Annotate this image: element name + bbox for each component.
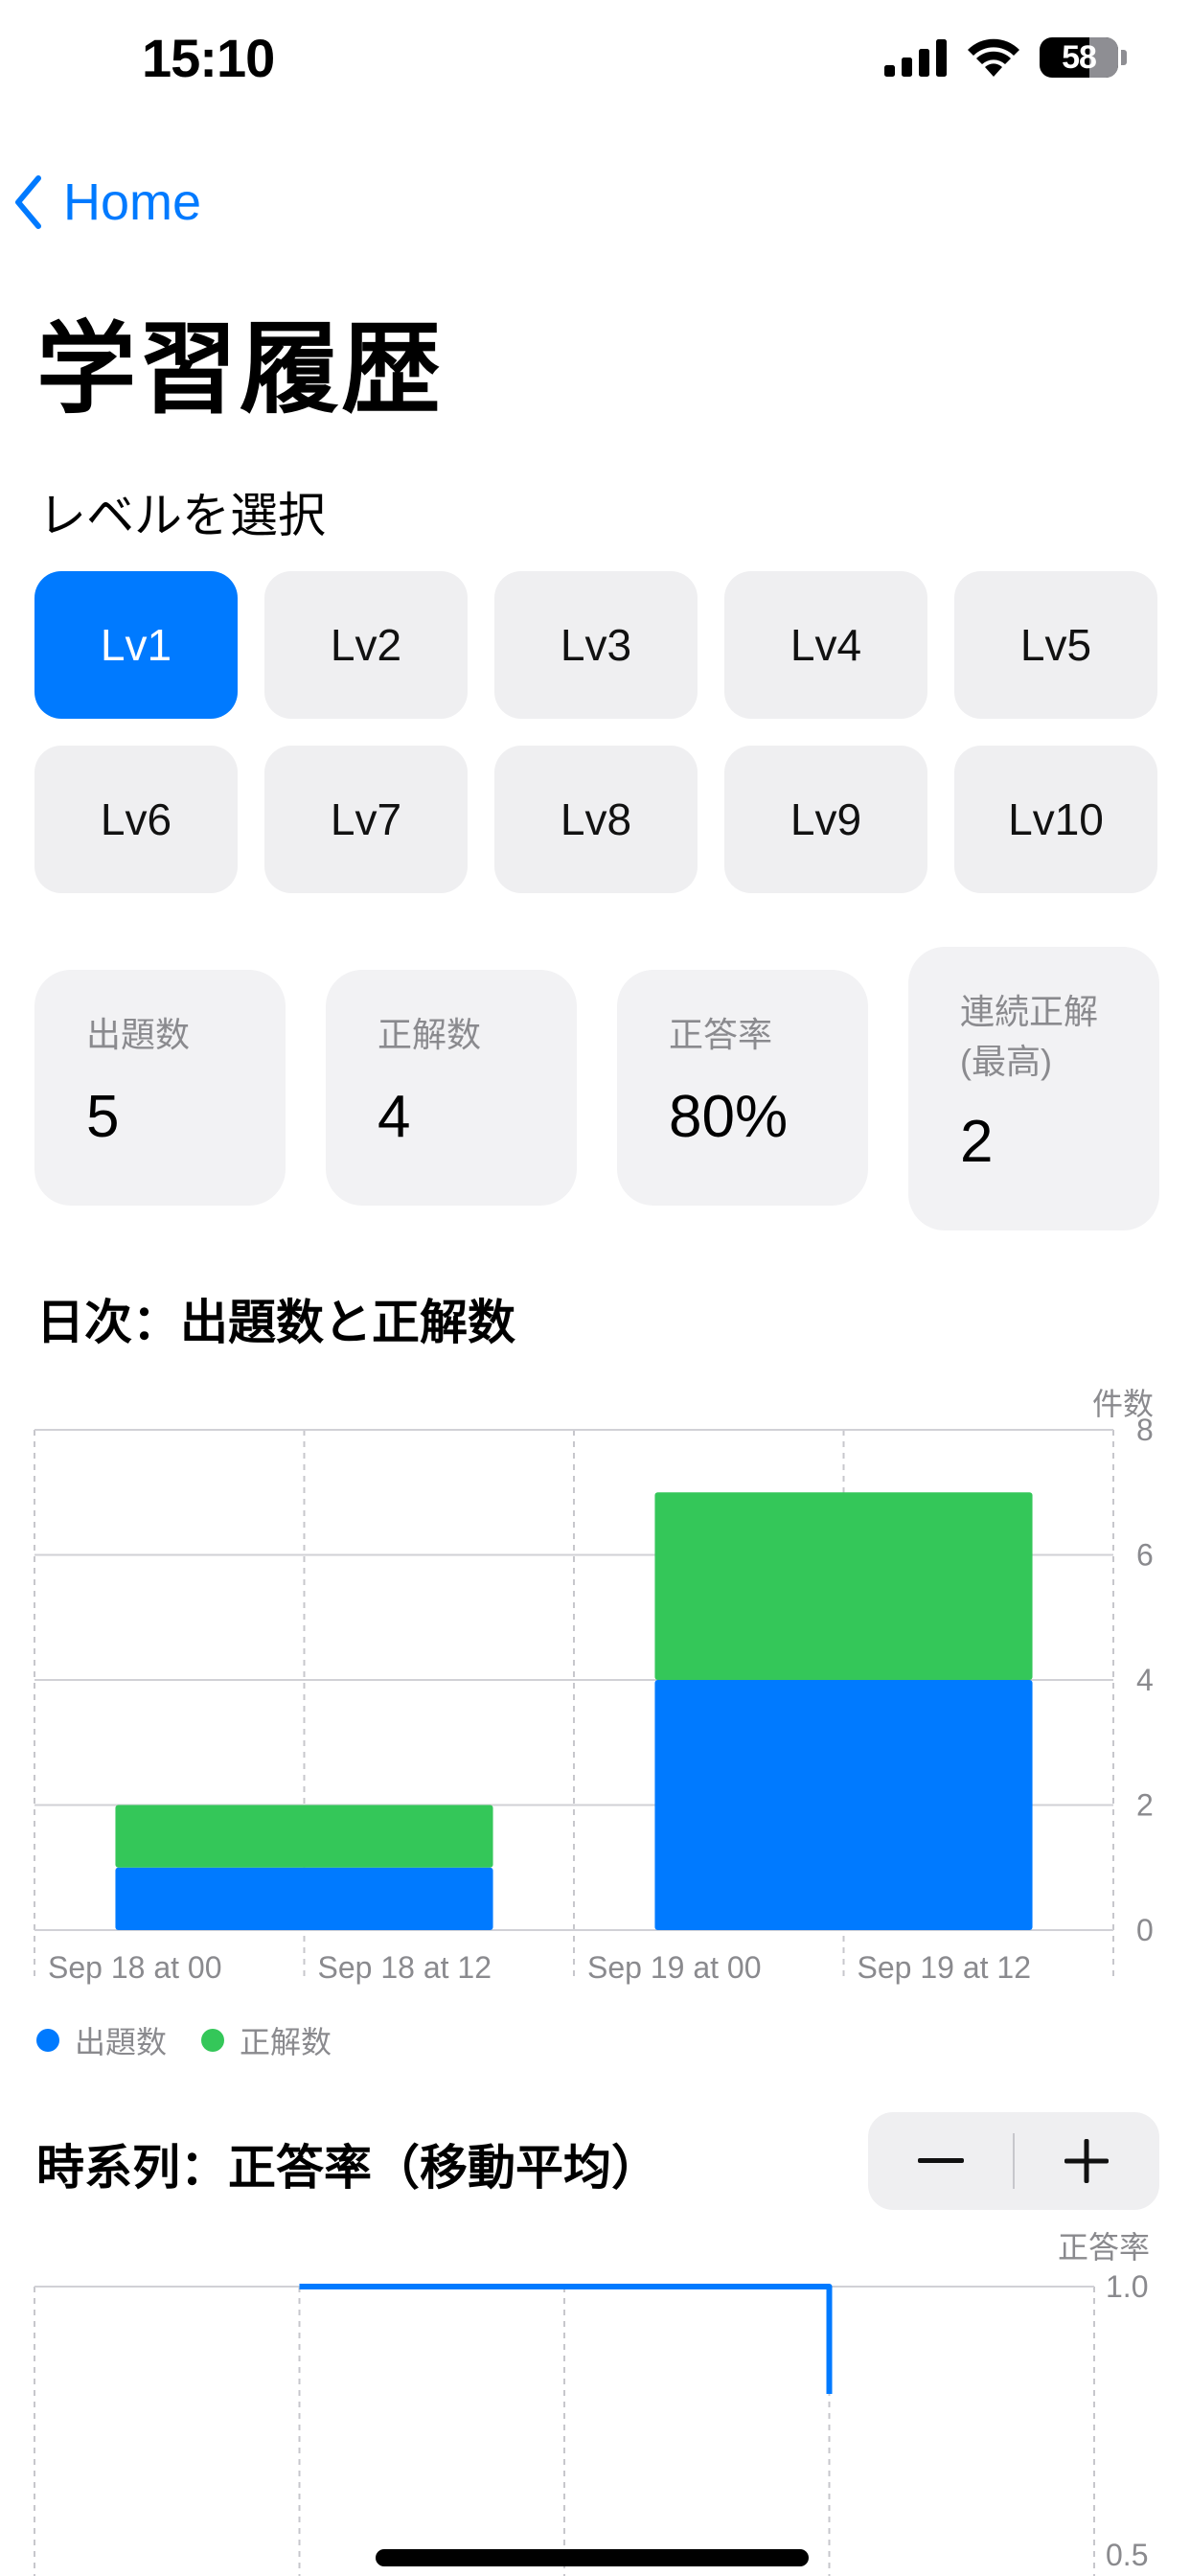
plus-icon <box>1064 2139 1109 2183</box>
status-icons: 58 <box>884 36 1127 79</box>
wifi-icon <box>968 38 1019 77</box>
battery-level: 58 <box>1062 38 1097 76</box>
stat-value: 4 <box>378 1084 411 1150</box>
level-button-5[interactable]: Lv5 <box>954 571 1157 719</box>
stat-value: 80% <box>669 1084 789 1150</box>
daily-chart: 0 2 4 6 8 Sep 18 at 00 Sep 18 at 12 Sep 19 at 0… <box>34 1413 1154 1985</box>
window-stepper <box>868 2112 1159 2210</box>
level-button-4[interactable]: Lv4 <box>724 571 927 719</box>
x-tick-label: Sep 19 at 00 <box>587 1950 761 1985</box>
legend-label-correct: 正解数 <box>240 2025 332 2059</box>
y-tick-label: 0 <box>1136 1913 1154 1947</box>
stat-label: 正解数 <box>378 1015 482 1054</box>
stat-label: 連続正解 (最高) <box>960 992 1099 1081</box>
timeseries-chart: 0.5 1.0 <box>34 2269 1148 2576</box>
x-tick-label: Sep 18 at 12 <box>318 1950 492 1985</box>
minus-icon <box>918 2158 964 2163</box>
level-button-8[interactable]: Lv8 <box>494 746 698 893</box>
bar-correct <box>115 1805 493 1868</box>
level-button-1[interactable]: Lv1 <box>34 571 238 719</box>
y-tick-label: 2 <box>1136 1788 1154 1823</box>
home-indicator <box>376 2549 809 2566</box>
bar-correct <box>654 1492 1033 1680</box>
back-label: Home <box>63 173 202 231</box>
stat-value: 5 <box>86 1084 120 1150</box>
level-button-7[interactable]: Lv7 <box>264 746 468 893</box>
cellular-signal-icon <box>884 39 947 77</box>
legend-dot-questions <box>36 2029 59 2052</box>
legend-label-questions: 出題数 <box>75 2025 168 2059</box>
x-tick-label: Sep 19 at 12 <box>858 1950 1031 1985</box>
level-button-9[interactable]: Lv9 <box>724 746 927 893</box>
level-select-label: レベルを選択 <box>38 489 326 542</box>
y-tick-label: 1.0 <box>1106 2269 1148 2304</box>
stat-value: 2 <box>960 1109 994 1175</box>
page-title: 学習履歴 <box>36 314 444 426</box>
battery-icon: 58 <box>1040 37 1118 78</box>
stat-card-questions: 出題数 5 <box>34 970 286 1206</box>
timeseries-chart-title: 時系列：正答率（移動平均） <box>36 2141 659 2195</box>
stepper-increment-button[interactable] <box>1014 2112 1159 2210</box>
stepper-decrement-button[interactable] <box>868 2112 1014 2210</box>
stat-card-streak: 連続正解 (最高) 2 <box>908 947 1159 1230</box>
daily-chart-title: 日次：出題数と正解数 <box>36 1296 515 1349</box>
y-tick-label: 0.5 <box>1106 2538 1148 2572</box>
level-button-6[interactable]: Lv6 <box>34 746 238 893</box>
stat-label: 正答率 <box>669 1015 773 1054</box>
daily-chart-legend: 出題数 正解数 <box>36 2018 332 2062</box>
back-button[interactable]: Home <box>13 172 201 232</box>
y-tick-label: 6 <box>1136 1538 1154 1573</box>
bar-questions <box>654 1680 1033 1930</box>
stat-card-correct: 正解数 4 <box>326 970 577 1206</box>
level-button-3[interactable]: Lv3 <box>494 571 698 719</box>
stat-label: 出題数 <box>86 1015 191 1054</box>
chevron-left-icon <box>15 175 41 229</box>
y-tick-label: 8 <box>1136 1413 1154 1447</box>
bar-questions <box>115 1867 493 1930</box>
level-button-2[interactable]: Lv2 <box>264 571 468 719</box>
status-time: 15:10 <box>142 28 275 88</box>
legend-dot-correct <box>201 2029 225 2052</box>
x-tick-label: Sep 18 at 00 <box>48 1950 221 1985</box>
level-button-10[interactable]: Lv10 <box>954 746 1157 893</box>
stat-card-accuracy: 正答率 80% <box>617 970 868 1206</box>
y-tick-label: 4 <box>1136 1663 1154 1697</box>
